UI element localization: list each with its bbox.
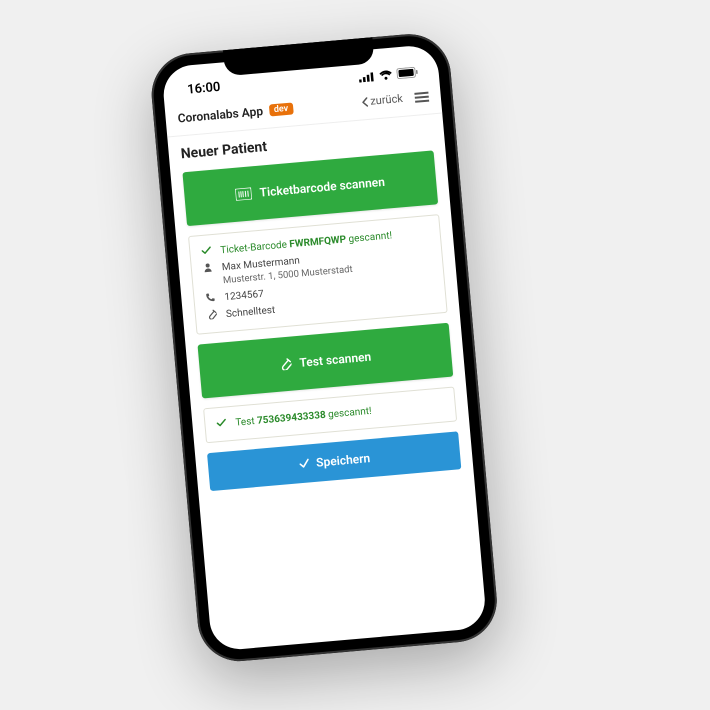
scan-test-label: Test scannen — [299, 350, 372, 370]
phone-icon — [204, 292, 217, 303]
scan-test-button[interactable]: Test scannen — [198, 323, 454, 399]
test-scanned-text: Test 753639433338 gescannt! — [235, 399, 445, 430]
dev-badge: dev — [268, 102, 293, 116]
app-title: Coronalabs App — [177, 104, 263, 125]
wifi-icon — [378, 69, 393, 80]
battery-icon — [396, 66, 419, 79]
screen: 16:00 Coronalabs App dev — [161, 44, 487, 652]
vial-icon — [279, 358, 292, 371]
check-icon — [200, 245, 213, 256]
ticket-info-card: Ticket-Barcode FWRMFQWP gescannt! Max Mu… — [188, 214, 448, 335]
scan-ticket-button[interactable]: Ticketbarcode scannen — [182, 150, 438, 226]
scan-ticket-label: Ticketbarcode scannen — [259, 175, 385, 200]
app-title-wrap: Coronalabs App dev — [177, 101, 294, 125]
vial-icon — [206, 309, 219, 320]
status-time: 16:00 — [187, 80, 221, 98]
phone-frame: 16:00 Coronalabs App dev — [148, 31, 500, 665]
back-button[interactable]: zurück — [362, 92, 404, 108]
check-icon — [215, 418, 228, 429]
cellular-signal-icon — [358, 71, 375, 82]
chevron-left-icon — [362, 96, 369, 106]
save-button[interactable]: Speichern — [207, 432, 461, 492]
page-content: Neuer Patient Ticketbarcode scannen Tick… — [167, 113, 474, 502]
save-label: Speichern — [316, 451, 371, 470]
barcode-icon — [235, 187, 252, 200]
back-label: zurück — [370, 92, 404, 108]
check-icon — [298, 458, 311, 471]
menu-icon[interactable] — [414, 91, 429, 102]
person-icon — [201, 262, 214, 273]
